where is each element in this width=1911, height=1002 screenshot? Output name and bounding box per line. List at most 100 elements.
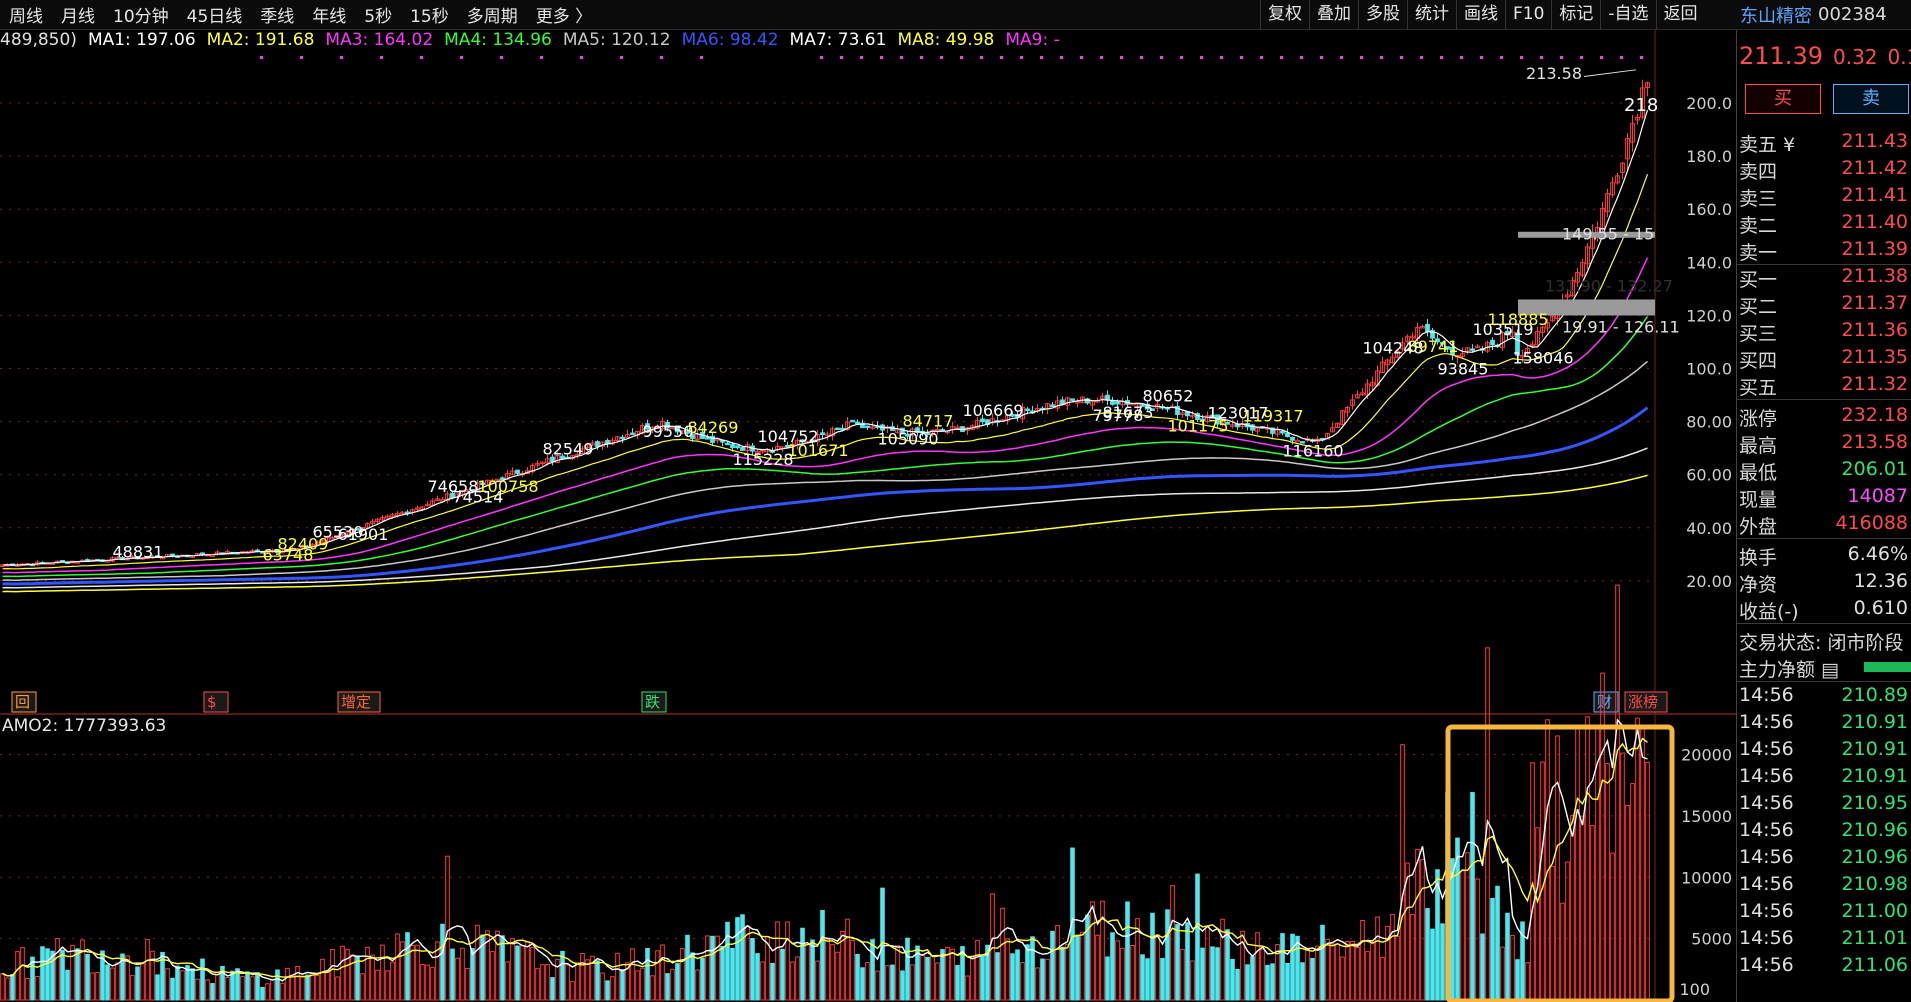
candle-body bbox=[705, 437, 710, 440]
volume-bar bbox=[325, 970, 330, 1001]
volume-bar bbox=[745, 925, 750, 1001]
ask-row-2: 卖三 211.41 bbox=[1737, 182, 1911, 210]
tool-button-2[interactable]: 多股 bbox=[1358, 0, 1407, 29]
tool-button-3[interactable]: 统计 bbox=[1407, 0, 1456, 29]
volume-bar bbox=[50, 950, 55, 1001]
price-axis-label: 200.0 bbox=[1686, 94, 1732, 113]
volume-bar bbox=[1600, 672, 1605, 1001]
volume-bar bbox=[875, 970, 880, 1001]
volume-bar bbox=[835, 951, 840, 1001]
price-note: 101175 bbox=[1168, 417, 1229, 436]
tick-time: 14:56 bbox=[1739, 792, 1794, 814]
buy-button[interactable]: 买 bbox=[1745, 84, 1821, 114]
volume-bar bbox=[395, 933, 400, 1001]
volume-bar bbox=[1115, 940, 1120, 1001]
tab-9[interactable]: 更多 〉 bbox=[527, 2, 601, 27]
sell-button[interactable]: 卖 bbox=[1833, 84, 1909, 114]
tool-button-1[interactable]: 叠加 bbox=[1309, 0, 1358, 29]
signal-dot bbox=[1500, 56, 1503, 59]
volume-bar bbox=[970, 955, 975, 1001]
candle-body bbox=[1060, 399, 1065, 405]
last-price: 211.39 bbox=[1739, 42, 1823, 70]
volume-bar bbox=[1425, 908, 1430, 1001]
volume-bar bbox=[515, 945, 520, 1001]
volume-bar bbox=[35, 975, 40, 1001]
stat-row-0: 涨停 232.18 bbox=[1737, 402, 1911, 430]
candle-body bbox=[1425, 323, 1430, 333]
stock-name[interactable]: 东山精密 bbox=[1736, 2, 1812, 28]
tab-1[interactable]: 月线 bbox=[52, 2, 104, 27]
event-tag: 涨榜 bbox=[1628, 693, 1658, 711]
volume-bar bbox=[130, 974, 135, 1001]
event-tag: 回 bbox=[15, 693, 30, 711]
volume-bar bbox=[310, 972, 315, 1001]
volume-bar bbox=[930, 954, 935, 1001]
tool-button-4[interactable]: 画线 bbox=[1456, 0, 1505, 29]
volume-bar bbox=[105, 964, 110, 1001]
volume-bar bbox=[1380, 956, 1385, 1001]
stat2-row-0: 换手 6.46% bbox=[1737, 541, 1911, 569]
signal-dot bbox=[460, 56, 463, 59]
volume-bar bbox=[1315, 945, 1320, 1001]
tab-4[interactable]: 季线 bbox=[251, 2, 303, 27]
signal-dot bbox=[1300, 56, 1303, 59]
volume-bar bbox=[645, 947, 650, 1001]
volume-bar bbox=[15, 951, 20, 1001]
signal-dot bbox=[980, 56, 983, 59]
volume-bar bbox=[205, 979, 210, 1001]
tab-8[interactable]: 多周期 bbox=[458, 2, 527, 27]
kline-chart[interactable]: 200.0 180.0 160.0 140.0 120.0 100.0 80.00 60.00… bbox=[0, 30, 1736, 1002]
signal-dot bbox=[840, 56, 843, 59]
main-flow-row[interactable]: 主力净额 ▤ bbox=[1737, 653, 1911, 681]
tick-row: 14:56 210.98 bbox=[1737, 871, 1911, 898]
tick-row: 14:56 211.01 bbox=[1737, 925, 1911, 952]
volume-bar bbox=[1000, 907, 1005, 1001]
volume-bar bbox=[1190, 960, 1195, 1001]
volume-bar bbox=[1335, 943, 1340, 1001]
volume-bar bbox=[470, 948, 475, 1001]
signal-dot bbox=[920, 56, 923, 59]
tool-button-0[interactable]: 复权 bbox=[1260, 0, 1309, 29]
volume-bar bbox=[1360, 919, 1365, 1001]
ask-row-3-label: 卖二 bbox=[1739, 215, 1778, 237]
volume-bar bbox=[280, 982, 285, 1001]
volume-bar bbox=[1005, 938, 1010, 1001]
volume-bar bbox=[200, 958, 205, 1001]
volume-bar bbox=[855, 953, 860, 1001]
tick-price: 210.96 bbox=[1841, 819, 1908, 841]
volume-bar bbox=[565, 964, 570, 1001]
tool-button-5[interactable]: F10 bbox=[1505, 0, 1551, 29]
signal-dot bbox=[1200, 56, 1203, 59]
tab-2[interactable]: 10分钟 bbox=[104, 2, 178, 27]
tab-0[interactable]: 周线 bbox=[0, 2, 52, 27]
volume-bar bbox=[965, 975, 970, 1001]
volume-bar bbox=[305, 974, 310, 1001]
price-axis-label: 160.0 bbox=[1686, 200, 1732, 219]
signal-dot bbox=[1560, 56, 1563, 59]
tab-6[interactable]: 5秒 bbox=[355, 2, 401, 27]
tab-3[interactable]: 45日线 bbox=[178, 2, 252, 27]
tool-button-8[interactable]: 返回 bbox=[1655, 0, 1705, 29]
ask-row-1: 卖四 211.42 bbox=[1737, 155, 1911, 183]
candle-body bbox=[855, 421, 860, 425]
volume-axis-label: 20000 bbox=[1681, 746, 1732, 765]
tab-7[interactable]: 15秒 bbox=[401, 2, 458, 27]
signal-dot bbox=[1160, 56, 1163, 59]
volume-bar bbox=[750, 938, 755, 1001]
tab-5[interactable]: 年线 bbox=[303, 2, 355, 27]
tick-price: 210.98 bbox=[1841, 873, 1908, 895]
tick-time: 14:56 bbox=[1739, 684, 1794, 706]
volume-bar bbox=[1075, 934, 1080, 1001]
tool-button-6[interactable]: 标记 bbox=[1551, 0, 1600, 29]
volume-bar bbox=[1375, 916, 1380, 1001]
volume-bar bbox=[1395, 935, 1400, 1001]
volume-bar bbox=[955, 965, 960, 1001]
volume-bar bbox=[1150, 912, 1155, 1001]
volume-bar bbox=[1110, 932, 1115, 1001]
volume-bar bbox=[210, 983, 215, 1001]
bid-row-1: 买二 211.37 bbox=[1737, 290, 1911, 318]
volume-bar bbox=[90, 972, 95, 1001]
tool-button-7[interactable]: -自选 bbox=[1600, 0, 1655, 29]
candle-body bbox=[1105, 394, 1110, 401]
volume-bar bbox=[680, 948, 685, 1001]
